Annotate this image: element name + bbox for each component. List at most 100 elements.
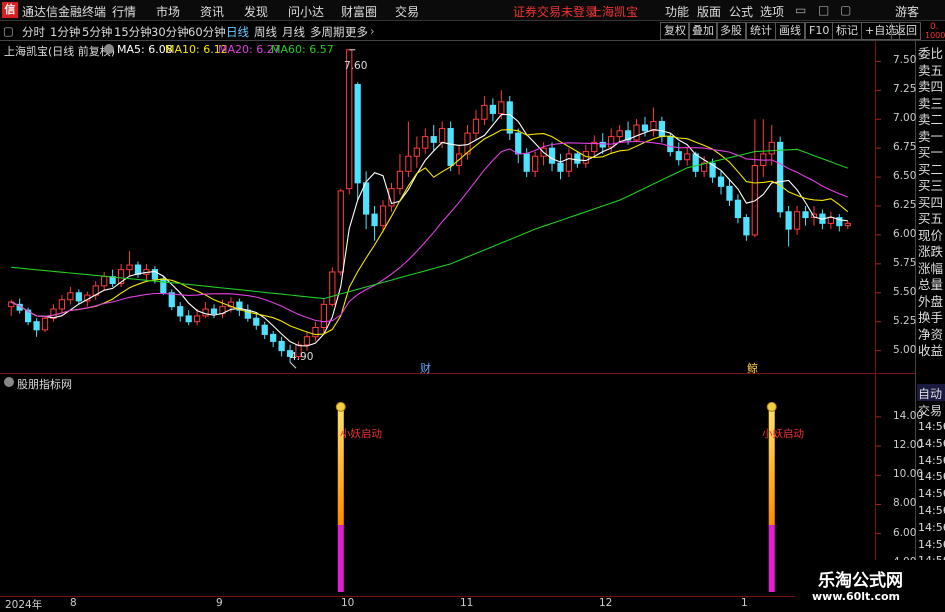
candle-body <box>734 199 742 219</box>
date-tick-label: 12 <box>599 597 613 609</box>
candle-body <box>396 170 404 190</box>
side-trade[interactable]: 交易 <box>918 402 942 419</box>
price-tick-label: 5.50 <box>893 285 917 298</box>
signal-label-1: 小妖启动 <box>340 428 382 440</box>
side-time: 14:56 <box>918 453 945 467</box>
ma10-line <box>10 129 849 336</box>
indicator-settings-icon[interactable] <box>4 377 14 387</box>
date-tick-label: 2024年 <box>5 599 43 611</box>
date-tick-label: 8 <box>70 597 77 609</box>
candle-body <box>58 299 66 310</box>
candle-body <box>413 147 420 157</box>
candle-body <box>481 104 488 120</box>
candle-body <box>658 121 665 138</box>
price-tick-label: 7.00 <box>893 112 917 125</box>
candle-body <box>633 124 640 141</box>
candle-body <box>312 327 319 338</box>
candle-body <box>717 176 725 187</box>
price-tick-label: 7.50 <box>893 54 917 67</box>
candle-body <box>253 317 260 326</box>
side-label: 买二 <box>918 161 944 177</box>
side-label: 换手 <box>918 310 944 325</box>
side-label: 买三 <box>918 178 944 193</box>
side-label: 现价 <box>918 227 944 243</box>
price-tick-label: 6.75 <box>893 141 917 154</box>
candle-body <box>439 127 446 143</box>
candle-body <box>320 303 327 329</box>
kline-chart[interactable] <box>0 0 945 609</box>
candle-body <box>616 130 623 138</box>
candle-body <box>532 155 539 172</box>
candle-body <box>827 217 834 224</box>
side-top-num: 1000 <box>925 31 945 40</box>
side-label: 委比 <box>918 46 944 61</box>
date-tick-label: 10 <box>341 597 355 609</box>
candle-body <box>844 222 851 227</box>
price-tick-label: 5.25 <box>893 314 917 327</box>
indicator-title: 股朋指标网 <box>17 378 72 391</box>
side-label: 卖二 <box>918 112 944 127</box>
indicator-tick-label: 6.00 <box>893 526 917 539</box>
side-label: 买五 <box>918 211 944 226</box>
low-label: 4.90 <box>290 351 314 363</box>
side-label: 外盘 <box>918 293 944 309</box>
candle-body <box>684 153 691 161</box>
price-tick-label: 5.75 <box>893 256 917 269</box>
candle-body <box>405 155 412 172</box>
side-label: 卖一 <box>918 128 944 144</box>
side-label: 卖五 <box>918 62 944 78</box>
jing-marker[interactable]: 鲸 <box>747 360 758 376</box>
price-tick-label: 7.25 <box>893 83 917 96</box>
side-auto[interactable]: 自动 <box>918 385 942 402</box>
candle-body <box>489 104 496 114</box>
axis-divider <box>875 41 876 596</box>
candle-body <box>270 333 277 342</box>
price-tick-label: 6.50 <box>893 170 917 183</box>
side-label: 买一 <box>918 145 944 160</box>
side-label: 涨幅 <box>918 260 944 276</box>
candle-body <box>506 101 513 134</box>
candle-body <box>777 141 784 213</box>
date-axis <box>0 596 916 610</box>
watermark-url: www.60lt.com <box>812 590 901 603</box>
candle-body <box>743 217 750 236</box>
ma20-line <box>10 140 848 323</box>
money-bag-icon <box>766 401 777 412</box>
candle-body <box>202 308 209 317</box>
candle-body <box>168 292 175 308</box>
price-tick-label: 6.00 <box>893 227 917 240</box>
candle-body <box>675 151 682 161</box>
candle-body <box>447 127 454 167</box>
candle-body <box>768 141 775 155</box>
candle-body <box>641 124 649 132</box>
candle-body <box>41 317 49 331</box>
side-label: 收益 <box>918 343 944 358</box>
candle-body <box>329 271 336 305</box>
date-tick-label: 1 <box>741 597 748 609</box>
side-time: 14:56 <box>918 487 945 501</box>
candle-body <box>557 162 564 172</box>
candle-body <box>363 182 370 215</box>
candle-body <box>692 153 699 172</box>
side-label: 买四 <box>918 194 944 210</box>
side-time: 14:56 <box>918 420 945 433</box>
candle-body <box>126 264 133 271</box>
candle-body <box>75 292 82 302</box>
watermark-name: 乐淘公式网 <box>818 571 903 591</box>
side-label: 涨跌 <box>918 244 944 259</box>
side-time: 14:56 <box>918 520 945 534</box>
side-time: 14:56 <box>918 436 945 450</box>
candle-body <box>430 136 437 143</box>
candle-body <box>548 147 556 164</box>
cai-marker[interactable]: 财 <box>420 360 431 376</box>
candle-body <box>574 153 581 164</box>
candle-body <box>785 211 792 230</box>
signal-volume-bar <box>768 525 775 592</box>
candle-body <box>67 292 74 301</box>
indicator-tick-label: 8.00 <box>893 497 917 510</box>
candle-body <box>177 306 184 317</box>
candle-body <box>726 185 733 201</box>
high-label: 7.60 <box>344 60 368 72</box>
candle-body <box>185 315 192 323</box>
candle-body <box>194 315 201 323</box>
